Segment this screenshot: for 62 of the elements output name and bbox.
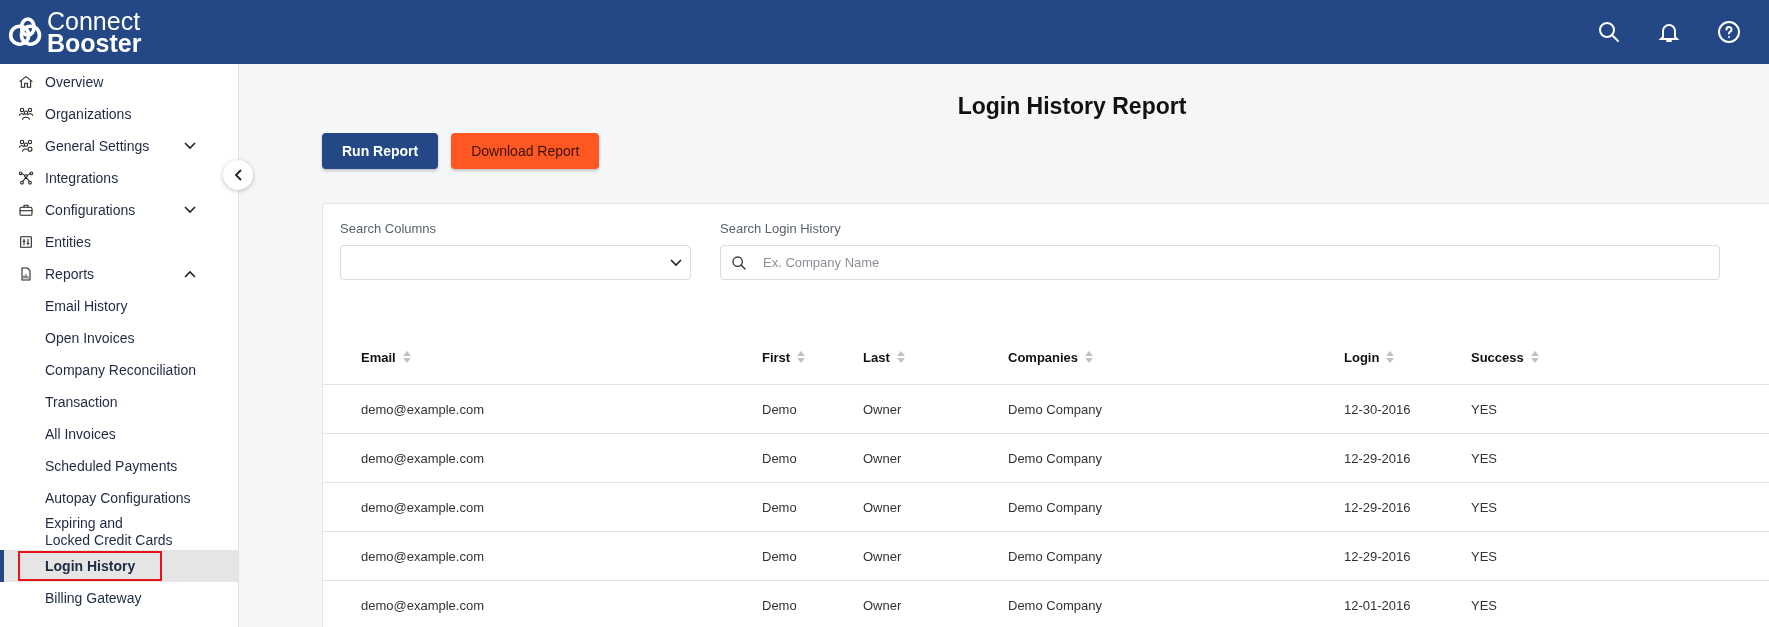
page-title: Login History Report xyxy=(956,93,1188,120)
search-field[interactable]: Ex. Company Name xyxy=(720,245,1720,280)
sidebar-subitem[interactable]: Transaction xyxy=(0,386,238,418)
table-cell: 12-01-2016 xyxy=(1344,597,1411,613)
table-cell: Demo Company xyxy=(1008,401,1102,417)
table-cell: YES xyxy=(1471,548,1497,564)
sidebar-subitem[interactable]: All Invoices xyxy=(0,418,238,450)
column-header[interactable]: Success xyxy=(1471,349,1524,365)
search-input[interactable]: Ex. Company Name xyxy=(761,254,1719,271)
run-report-button[interactable]: Run Report xyxy=(322,133,439,169)
column-header[interactable]: Login xyxy=(1344,349,1380,365)
column-header[interactable]: Companies xyxy=(1008,349,1079,365)
table-cell: Demo xyxy=(762,401,797,417)
table-cell: demo@example.com xyxy=(361,499,485,515)
table-cell: 12-29-2016 xyxy=(1344,499,1411,515)
table-cell: demo@example.com xyxy=(361,597,485,613)
table-cell: YES xyxy=(1471,401,1497,417)
table-cell: Owner xyxy=(863,548,902,564)
sidebar-subitem[interactable]: Expiring and Locked Credit Cards xyxy=(0,514,238,550)
table-cell: YES xyxy=(1471,450,1497,466)
table-cell: Demo xyxy=(762,499,797,515)
table-cell: demo@example.com xyxy=(361,401,485,417)
sidebar-subitem[interactable]: Autopay Configurations xyxy=(0,482,238,514)
column-header[interactable]: First xyxy=(762,349,791,365)
table-cell: Owner xyxy=(863,499,902,515)
table-cell: Demo Company xyxy=(1008,597,1102,613)
logo-text: Connect xyxy=(47,10,142,32)
logo-text: Booster xyxy=(47,32,142,54)
table-cell: 12-30-2016 xyxy=(1344,401,1411,417)
sidebar-subitem[interactable]: Scheduled Payments xyxy=(0,450,238,482)
table-cell: Owner xyxy=(863,597,902,613)
sidebar-item[interactable]: General Settings xyxy=(0,130,212,162)
sidebar-subitem[interactable]: Company Reconciliation xyxy=(0,354,238,386)
column-header[interactable]: Email xyxy=(361,349,396,365)
table-cell: Demo xyxy=(762,597,797,613)
sidebar-subitem[interactable]: Login History xyxy=(0,550,238,582)
sidebar-subitem[interactable]: Billing Gateway xyxy=(0,582,238,614)
table-cell: Owner xyxy=(863,401,902,417)
column-header[interactable]: Last xyxy=(863,349,890,365)
download-report-button[interactable]: Download Report xyxy=(451,133,600,169)
table-cell: YES xyxy=(1471,499,1497,515)
table-cell: Demo Company xyxy=(1008,450,1102,466)
sidebar-item[interactable]: Entities xyxy=(0,226,212,258)
table-cell: Demo Company xyxy=(1008,548,1102,564)
field-label: Search Columns xyxy=(340,221,438,236)
table-cell: Owner xyxy=(863,450,902,466)
sidebar-item[interactable]: Overview xyxy=(0,66,212,98)
table-cell: 12-29-2016 xyxy=(1344,450,1411,466)
table-cell: demo@example.com xyxy=(361,450,485,466)
sidebar-item[interactable]: Reports xyxy=(0,258,212,290)
sidebar-item[interactable]: Organizations xyxy=(0,98,212,130)
sidebar-item[interactable]: Integrations xyxy=(0,162,212,194)
sidebar-subitem[interactable]: Open Invoices xyxy=(0,322,238,354)
table-cell: 12-29-2016 xyxy=(1344,548,1411,564)
table-cell: Demo Company xyxy=(1008,499,1102,515)
table-cell: demo@example.com xyxy=(361,548,485,564)
field-label: Search Login History xyxy=(720,221,842,236)
table-cell: Demo xyxy=(762,548,797,564)
sidebar-subitem[interactable]: Email History xyxy=(0,290,238,322)
table-cell: YES xyxy=(1471,597,1497,613)
sidebar-item[interactable]: Configurations xyxy=(0,194,212,226)
table-cell: Demo xyxy=(762,450,797,466)
